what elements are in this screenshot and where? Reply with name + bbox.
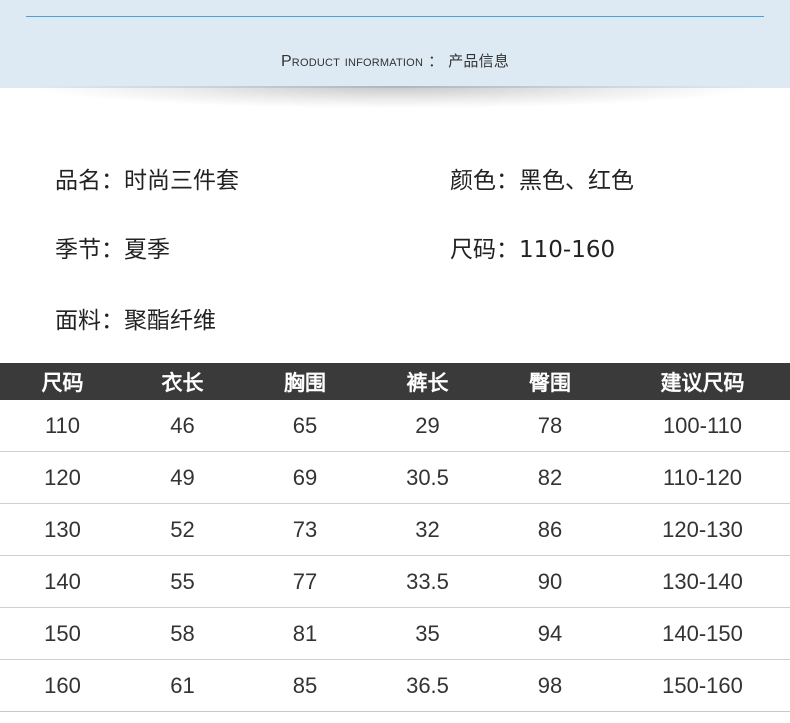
table-row: 160 61 85 36.5 98 150-160 xyxy=(0,659,790,712)
table-cell: 110-120 xyxy=(615,451,790,504)
table-cell: 61 xyxy=(125,659,240,712)
table-row: 120 49 69 30.5 82 110-120 xyxy=(0,451,790,504)
info-product-name: 品名：时尚三件套 xyxy=(55,168,239,194)
info-color: 颜色：黑色、红色 xyxy=(450,168,634,194)
table-cell: 81 xyxy=(240,607,370,660)
table-cell: 120 xyxy=(0,451,125,504)
table-cell: 30.5 xyxy=(370,451,485,504)
table-header-row: 尺码 衣长 胸围 裤长 臀围 建议尺码 xyxy=(0,363,790,400)
table-cell: 120-130 xyxy=(615,503,790,556)
table-cell: 94 xyxy=(485,607,615,660)
table-cell: 32 xyxy=(370,503,485,556)
table-cell: 100-110 xyxy=(615,400,790,452)
table-cell: 49 xyxy=(125,451,240,504)
info-size-range: 尺码：110-160 xyxy=(450,237,616,263)
table-cell: 140-150 xyxy=(615,607,790,660)
table-cell: 73 xyxy=(240,503,370,556)
info-season: 季节：夏季 xyxy=(55,237,170,263)
header-shadow xyxy=(40,86,750,108)
col-header-top-length: 衣长 xyxy=(125,363,240,400)
table-row: 110 46 65 29 78 100-110 xyxy=(0,400,790,452)
table-cell: 36.5 xyxy=(370,659,485,712)
table-cell: 90 xyxy=(485,555,615,608)
table-cell: 150 xyxy=(0,607,125,660)
section-title-sep: ： xyxy=(428,52,444,70)
table-row: 150 58 81 35 94 140-150 xyxy=(0,607,790,660)
table-cell: 86 xyxy=(485,503,615,556)
header-band: Product information ： 产品信息 xyxy=(0,0,790,88)
table-cell: 35 xyxy=(370,607,485,660)
section-title-cn: 产品信息 xyxy=(448,52,510,70)
table-row: 140 55 77 33.5 90 130-140 xyxy=(0,555,790,608)
size-chart-table: 尺码 衣长 胸围 裤长 臀围 建议尺码 110 46 65 29 78 100-… xyxy=(0,363,790,712)
table-cell: 58 xyxy=(125,607,240,660)
section-title-en: Product information xyxy=(280,53,424,70)
table-cell: 98 xyxy=(485,659,615,712)
table-cell: 130-140 xyxy=(615,555,790,608)
table-cell: 82 xyxy=(485,451,615,504)
table-cell: 85 xyxy=(240,659,370,712)
col-header-recommended: 建议尺码 xyxy=(615,363,790,400)
col-header-pants-length: 裤长 xyxy=(370,363,485,400)
col-header-chest: 胸围 xyxy=(240,363,370,400)
col-header-hip: 臀围 xyxy=(485,363,615,400)
table-cell: 65 xyxy=(240,400,370,452)
section-title: Product information ： 产品信息 xyxy=(0,50,790,71)
header-rule xyxy=(26,16,764,17)
table-cell: 110 xyxy=(0,400,125,452)
table-row: 130 52 73 32 86 120-130 xyxy=(0,503,790,556)
table-cell: 33.5 xyxy=(370,555,485,608)
table-cell: 130 xyxy=(0,503,125,556)
table-cell: 29 xyxy=(370,400,485,452)
table-cell: 78 xyxy=(485,400,615,452)
table-cell: 69 xyxy=(240,451,370,504)
table-cell: 77 xyxy=(240,555,370,608)
table-cell: 55 xyxy=(125,555,240,608)
info-material: 面料：聚酯纤维 xyxy=(55,308,216,334)
table-cell: 150-160 xyxy=(615,659,790,712)
table-cell: 52 xyxy=(125,503,240,556)
table-cell: 140 xyxy=(0,555,125,608)
table-cell: 160 xyxy=(0,659,125,712)
table-cell: 46 xyxy=(125,400,240,452)
col-header-size: 尺码 xyxy=(0,363,125,400)
